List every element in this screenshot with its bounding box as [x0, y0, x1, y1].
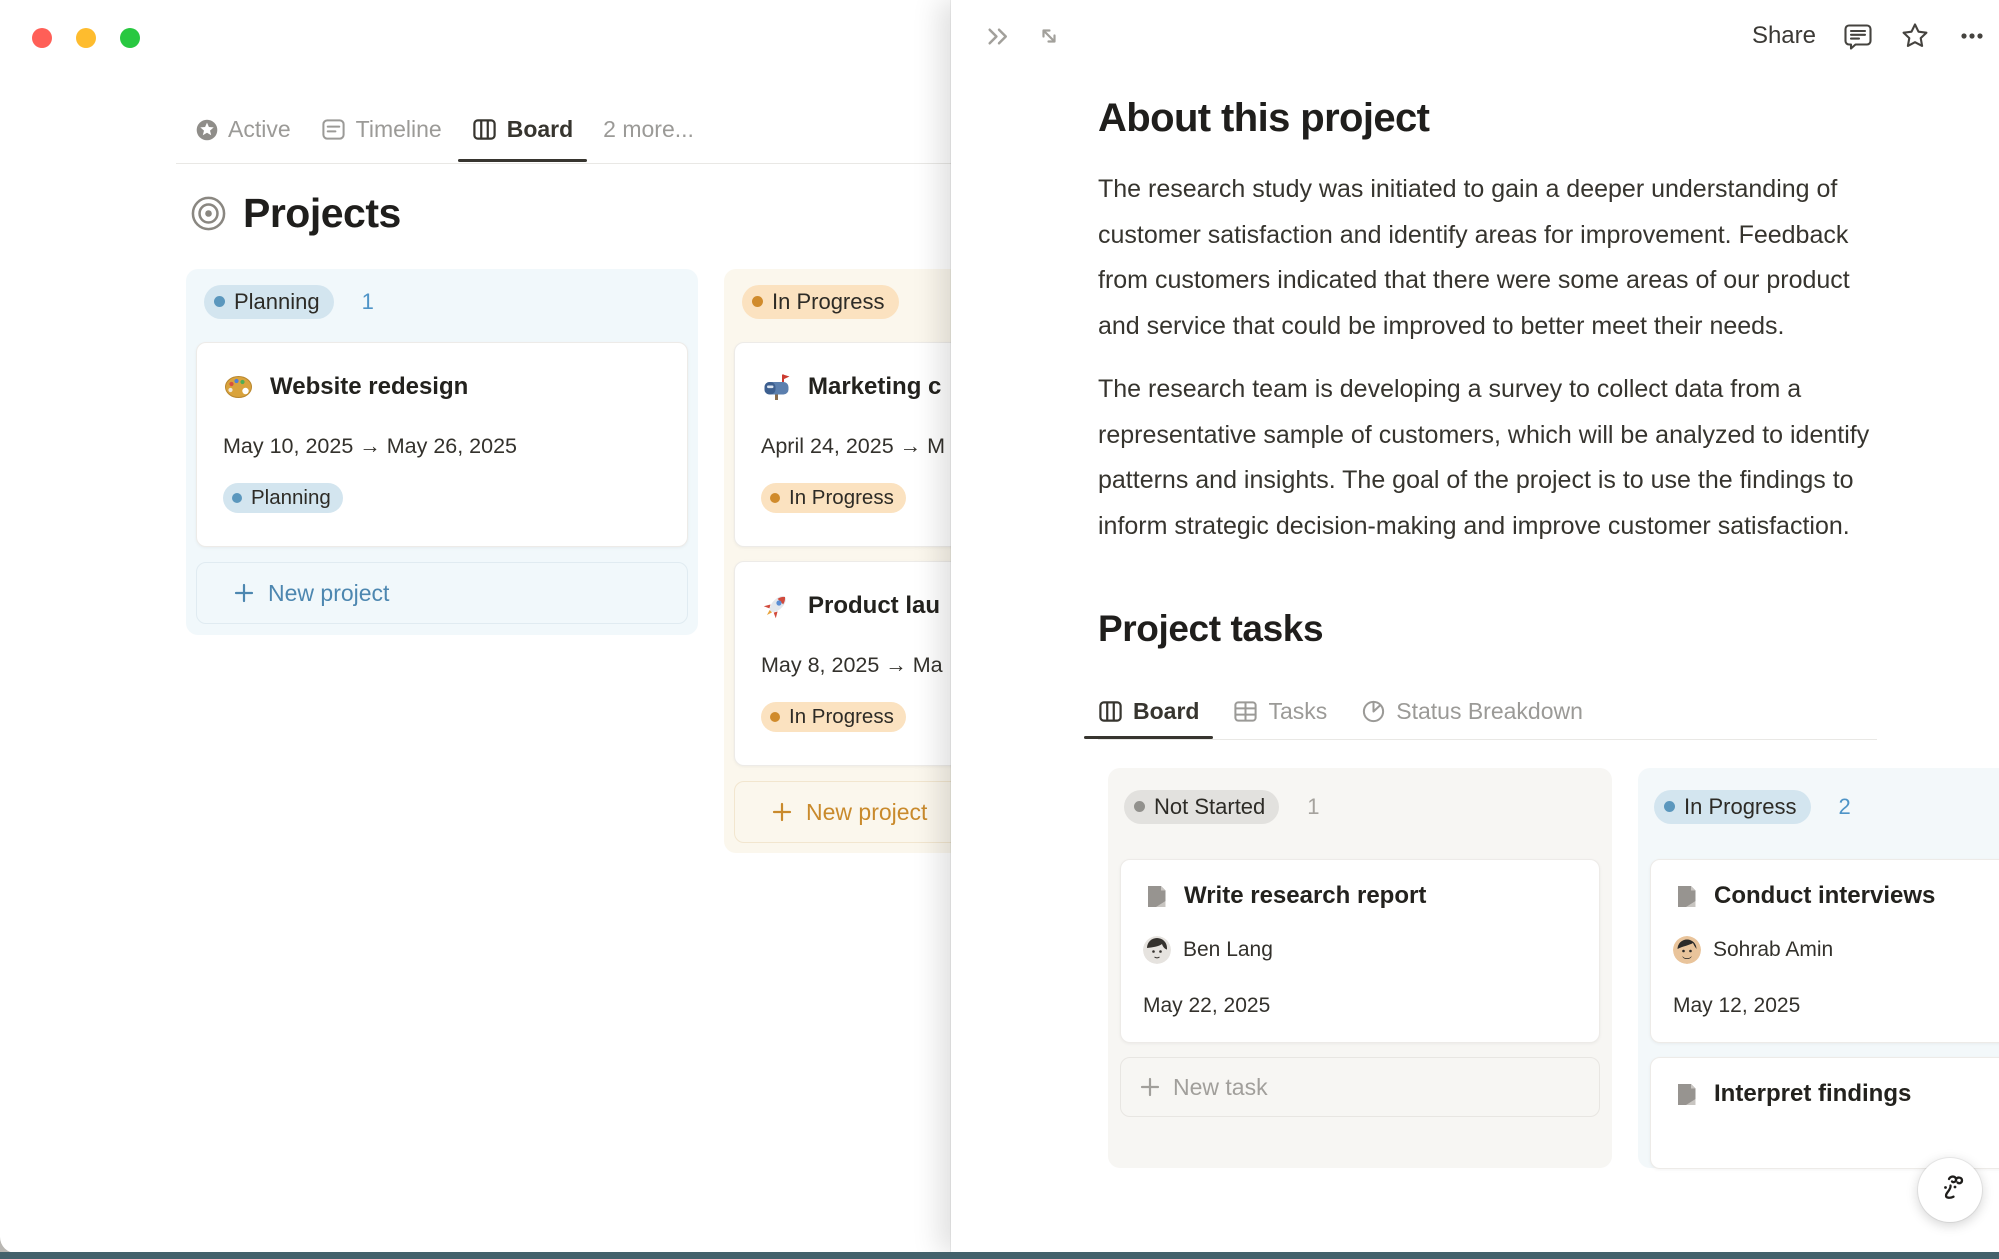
card-dates: May 10, 2025 → May 26, 2025: [223, 434, 661, 459]
status-dot: [1134, 801, 1145, 812]
tab-label: Active: [228, 116, 291, 143]
tasks-heading: Project tasks: [1098, 608, 1999, 650]
close-button[interactable]: [32, 28, 52, 48]
task-date: May 22, 2025: [1143, 994, 1577, 1018]
status-dot: [770, 493, 780, 503]
tab-label: Status Breakdown: [1396, 698, 1583, 725]
expand-diagonal-icon[interactable]: [1036, 23, 1062, 49]
status-dot: [1664, 801, 1675, 812]
tab-tasks-table[interactable]: Tasks: [1233, 698, 1327, 725]
page-title: Projects: [243, 190, 401, 237]
status-dot: [770, 712, 780, 722]
plus-icon: [1139, 1076, 1161, 1098]
tab-label: Board: [507, 116, 573, 143]
page-title-row: Projects: [190, 190, 401, 237]
notion-ai-button[interactable]: [1918, 1158, 1982, 1222]
star-circle-icon: [196, 119, 218, 141]
project-card-website-redesign[interactable]: Website redesign May 10, 2025 → May 26, …: [196, 342, 688, 547]
side-peek-panel: Share About this project The research st…: [951, 0, 1999, 1253]
tab-label: Timeline: [356, 116, 442, 143]
column-count: 1: [1307, 794, 1319, 820]
plus-icon: [233, 582, 255, 604]
status-pill-not-started[interactable]: Not Started: [1124, 790, 1279, 824]
board-icon: [472, 117, 497, 142]
card-title: Marketing c: [808, 373, 941, 401]
page-icon: [1143, 883, 1170, 910]
status-pill-in-progress[interactable]: In Progress: [1654, 790, 1811, 824]
pie-chart-icon: [1361, 699, 1386, 724]
status-dot: [752, 296, 763, 307]
column-header: Planning 1: [204, 285, 688, 318]
sohrab-amin-avatar: [1673, 936, 1701, 964]
mailbox-icon: [761, 371, 792, 402]
notion-window: Active Timeline Board 2 more...: [0, 0, 1999, 1253]
notion-ai-face-icon: [1930, 1170, 1970, 1210]
task-card-interpret-findings[interactable]: Interpret findings: [1650, 1057, 1999, 1169]
tab-board-view[interactable]: Board: [472, 116, 573, 143]
task-card-write-research-report[interactable]: Write research report Ben Lang May 22, 2…: [1120, 859, 1600, 1043]
task-date: May 12, 2025: [1673, 994, 1999, 1018]
table-icon: [1233, 699, 1258, 724]
new-task-button[interactable]: New task: [1120, 1057, 1600, 1117]
assignee-name: Sohrab Amin: [1713, 938, 1833, 962]
task-title: Conduct interviews: [1714, 882, 1935, 910]
new-project-button[interactable]: New project: [196, 562, 688, 624]
task-card-conduct-interviews[interactable]: Conduct interviews Sohrab Amin May 12, 2…: [1650, 859, 1999, 1043]
task-column-not-started: Not Started 1 Write research report: [1108, 768, 1612, 1168]
column-header: Not Started 1: [1124, 790, 1600, 823]
tasks-board: Not Started 1 Write research report: [1108, 768, 1999, 1168]
task-column-in-progress: In Progress 2 Conduct interviews: [1638, 768, 1999, 1168]
tab-label: 2 more...: [603, 116, 694, 143]
status-dot: [232, 493, 242, 503]
about-heading: About this project: [1098, 96, 1999, 141]
tab-label: Tasks: [1268, 698, 1327, 725]
about-paragraph: The research study was initiated to gain…: [1098, 167, 1898, 349]
screen: Active Timeline Board 2 more...: [0, 0, 1999, 1259]
card-title: Website redesign: [270, 373, 468, 401]
page-icon: [1673, 883, 1700, 910]
rocket-icon: [761, 590, 792, 621]
assignee-name: Ben Lang: [1183, 938, 1273, 962]
status-pill-planning[interactable]: Planning: [204, 285, 334, 319]
card-status-tag: In Progress: [761, 483, 906, 513]
minimize-button[interactable]: [76, 28, 96, 48]
task-title: Write research report: [1184, 882, 1426, 910]
tab-more-views[interactable]: 2 more...: [603, 116, 694, 143]
page-icon: [1673, 1081, 1700, 1108]
tab-tasks-board[interactable]: Board: [1098, 698, 1199, 725]
timeline-icon: [321, 117, 346, 142]
card-title: Product lau: [808, 592, 940, 620]
column-count: 2: [1839, 794, 1851, 820]
card-status-tag: In Progress: [761, 702, 906, 732]
screen-bottom-edge: [0, 1252, 1999, 1259]
board-column-planning: Planning 1 Website redesign May 10, 2025…: [186, 269, 698, 635]
view-tab-bar: Active Timeline Board 2 more...: [176, 96, 955, 164]
palette-icon: [223, 371, 254, 402]
ben-lang-avatar: [1143, 936, 1171, 964]
zoom-button[interactable]: [120, 28, 140, 48]
double-chevron-right-icon[interactable]: [985, 23, 1012, 50]
peek-body: About this project The research study wa…: [1098, 0, 1999, 1168]
plus-icon: [771, 801, 793, 823]
task-title: Interpret findings: [1714, 1080, 1911, 1108]
column-header: In Progress 2: [1654, 790, 1999, 823]
status-pill-in-progress[interactable]: In Progress: [742, 285, 899, 319]
about-paragraph: The research team is developing a survey…: [1098, 367, 1898, 549]
tab-label: Board: [1133, 698, 1199, 725]
tasks-tab-bar: Board Tasks Status Breakdown: [1098, 684, 1877, 740]
status-dot: [214, 296, 225, 307]
window-controls: [32, 28, 140, 48]
tab-timeline-view[interactable]: Timeline: [321, 116, 442, 143]
target-icon: [190, 195, 227, 232]
tab-status-breakdown[interactable]: Status Breakdown: [1361, 698, 1583, 725]
tab-active-view[interactable]: Active: [196, 116, 291, 143]
column-count: 1: [362, 289, 374, 315]
board-icon: [1098, 699, 1123, 724]
card-status-tag: Planning: [223, 483, 343, 513]
